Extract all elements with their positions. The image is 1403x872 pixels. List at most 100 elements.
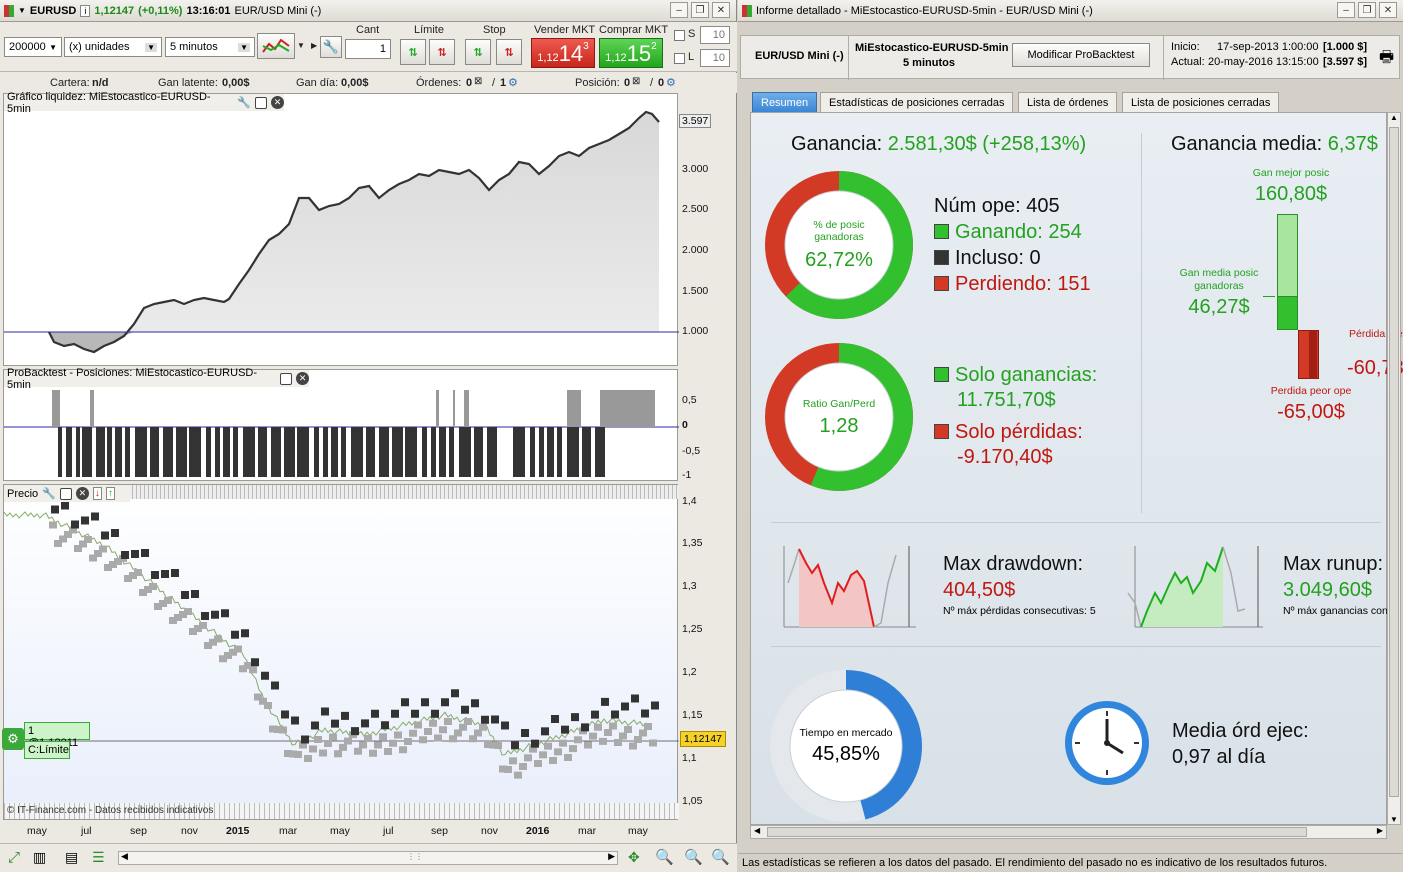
close-icon[interactable]: ✕ bbox=[271, 96, 284, 109]
short-position-bar bbox=[107, 427, 112, 477]
trade-marker-entry bbox=[81, 516, 89, 525]
orders-gear-icon[interactable]: ⚙ bbox=[508, 76, 518, 89]
vertical-scrollbar[interactable]: ▲ ▼ bbox=[1387, 112, 1401, 825]
trade-marker-exit bbox=[384, 748, 392, 755]
actual-label: Actual: bbox=[1171, 56, 1205, 68]
stop-buy-button[interactable]: ⇅ bbox=[465, 39, 491, 65]
restore-button[interactable]: ❐ bbox=[691, 2, 709, 18]
maximize-icon[interactable] bbox=[255, 96, 268, 109]
posicion-count-a[interactable]: 0 bbox=[624, 77, 630, 89]
limit-buy-icon: ⇅ bbox=[408, 46, 418, 59]
trade-marker-exit bbox=[149, 583, 157, 590]
maximize-icon[interactable] bbox=[280, 372, 293, 385]
symbol-label[interactable]: EURUSD bbox=[30, 5, 76, 17]
limit-buy-button[interactable]: ⇅ bbox=[400, 39, 426, 65]
arrow-right-icon bbox=[1263, 296, 1275, 297]
close-icon[interactable]: ✕ bbox=[296, 372, 309, 385]
s-checkbox[interactable] bbox=[674, 30, 685, 41]
sell-market-button[interactable]: 1,12 14 3 bbox=[531, 38, 595, 68]
buy-market-button[interactable]: 1,12 15 2 bbox=[599, 38, 663, 68]
order-label: 1 @1,12011 bbox=[24, 722, 90, 749]
chart-bottom-toolbar: ⤢ ▥ ▤ ☰ ◀ ⋮⋮ ▶ ✥ 🔍 🔍 🔍 bbox=[0, 843, 737, 872]
order-gear-icon[interactable]: ⚙ bbox=[2, 728, 24, 750]
horizontal-scrollbar[interactable]: ◀ ⋮⋮ ▶ bbox=[118, 851, 618, 865]
trade-marker-exit bbox=[379, 733, 387, 741]
zoom-fit-icon[interactable]: ⤢ bbox=[8, 849, 20, 866]
worst-loss-bar bbox=[1309, 330, 1317, 379]
price-panel-title: Precio bbox=[7, 487, 39, 500]
zoom-area-icon[interactable]: 🔍 bbox=[655, 848, 674, 866]
tab-lista-posiciones[interactable]: Lista de posiciones cerradas bbox=[1122, 92, 1280, 112]
wrench-icon[interactable]: 🔧 bbox=[42, 487, 56, 500]
positions-delete-icon[interactable]: ⊠ bbox=[632, 76, 640, 87]
chevron-down-icon[interactable]: ▼ bbox=[297, 41, 305, 50]
wrench-icon[interactable]: 🔧 bbox=[237, 96, 251, 109]
close-button[interactable]: ✕ bbox=[1379, 2, 1397, 18]
trade-marker-entry bbox=[141, 549, 149, 557]
short-position-bar bbox=[567, 427, 579, 477]
trade-marker-entry bbox=[351, 727, 359, 736]
printer-icon[interactable]: 🖶 bbox=[1379, 46, 1394, 73]
tab-resumen[interactable]: Resumen bbox=[752, 92, 818, 112]
quantity-input[interactable]: 200000 ▼ bbox=[4, 37, 62, 57]
stop-sell-button[interactable]: ⇅ bbox=[496, 39, 522, 65]
positions-ytick: 0 bbox=[682, 419, 688, 431]
indicators-button[interactable] bbox=[257, 33, 295, 59]
wrench-button[interactable]: 🔧 bbox=[320, 36, 342, 58]
price-ytick: 1,05 bbox=[682, 795, 703, 807]
short-position-bar bbox=[582, 427, 591, 477]
x-tick: nov bbox=[481, 825, 498, 837]
restore-button[interactable]: ❐ bbox=[1358, 2, 1376, 18]
posicion-count-b[interactable]: 0 bbox=[658, 77, 664, 89]
arrow-up-icon[interactable]: ↑ bbox=[105, 487, 115, 500]
indicators-list-icon[interactable]: ☰ bbox=[92, 849, 105, 866]
runup-sub: Nº máx ganancias consecutivas bbox=[1283, 605, 1388, 617]
dropdown-icon[interactable]: ▼ bbox=[18, 6, 26, 15]
l-input[interactable]: 10 bbox=[700, 49, 730, 67]
equity-ytick: 2.000 bbox=[682, 244, 709, 256]
trade-marker-entry bbox=[461, 705, 469, 714]
modify-probacktest-button[interactable]: Modificar ProBacktest bbox=[1012, 43, 1150, 67]
s-input[interactable]: 10 bbox=[700, 26, 730, 44]
trade-marker-exit bbox=[584, 741, 592, 749]
tab-estadisticas[interactable]: Estadísticas de posiciones cerradas bbox=[820, 92, 1014, 112]
ordenes-count-b[interactable]: 1 bbox=[500, 77, 506, 89]
green-square-icon bbox=[934, 367, 949, 382]
drawing-icon[interactable]: ▤ bbox=[65, 849, 78, 866]
trade-marker-exit bbox=[409, 729, 417, 737]
close-icon[interactable]: ✕ bbox=[75, 487, 89, 500]
minimize-button[interactable]: – bbox=[1337, 2, 1355, 18]
long-position-bar bbox=[464, 390, 469, 427]
candles-icon[interactable]: ▥ bbox=[33, 849, 46, 866]
units-select[interactable]: (x) unidades ▼ bbox=[64, 37, 162, 57]
trade-marker-exit bbox=[494, 742, 502, 749]
tab-lista-ordenes[interactable]: Lista de órdenes bbox=[1018, 92, 1118, 112]
timeframe-select[interactable]: 5 minutos ▼ bbox=[165, 37, 255, 57]
l-checkbox[interactable] bbox=[674, 53, 685, 64]
positions-gear-icon[interactable]: ⚙ bbox=[666, 76, 676, 89]
zoom-in-icon[interactable]: 🔍 bbox=[711, 848, 730, 866]
x-tick: 2015 bbox=[226, 825, 250, 837]
chevron-right-icon[interactable]: ▶ bbox=[311, 41, 317, 50]
short-position-bar bbox=[233, 427, 238, 477]
short-position-bar bbox=[271, 427, 281, 477]
limit-sell-button[interactable]: ⇅ bbox=[429, 39, 455, 65]
price-ytick: 1,25 bbox=[682, 623, 703, 635]
info-icon[interactable]: i bbox=[80, 4, 91, 17]
maximize-icon[interactable] bbox=[59, 487, 72, 500]
ordenes-count-a[interactable]: 0 bbox=[466, 77, 472, 89]
cant-input[interactable]: 1 bbox=[345, 39, 391, 59]
minimize-button[interactable]: – bbox=[670, 2, 688, 18]
trade-marker-entry bbox=[181, 591, 189, 599]
move-icon[interactable]: ✥ bbox=[628, 849, 640, 866]
pending-order-tag[interactable]: ⚙ 1 @1,12011 C:Límite bbox=[2, 722, 92, 760]
black-square-icon bbox=[934, 250, 949, 265]
trade-marker-exit bbox=[619, 732, 627, 740]
report-horizontal-scrollbar[interactable]: ◀ ▶ bbox=[750, 825, 1387, 839]
trade-marker-exit bbox=[414, 721, 422, 729]
orders-delete-icon[interactable]: ⊠ bbox=[474, 76, 482, 87]
arrow-down-icon[interactable]: ↓ bbox=[92, 487, 102, 500]
trade-marker-exit bbox=[339, 743, 347, 751]
zoom-out-icon[interactable]: 🔍 bbox=[684, 848, 703, 866]
close-button[interactable]: ✕ bbox=[712, 2, 730, 18]
